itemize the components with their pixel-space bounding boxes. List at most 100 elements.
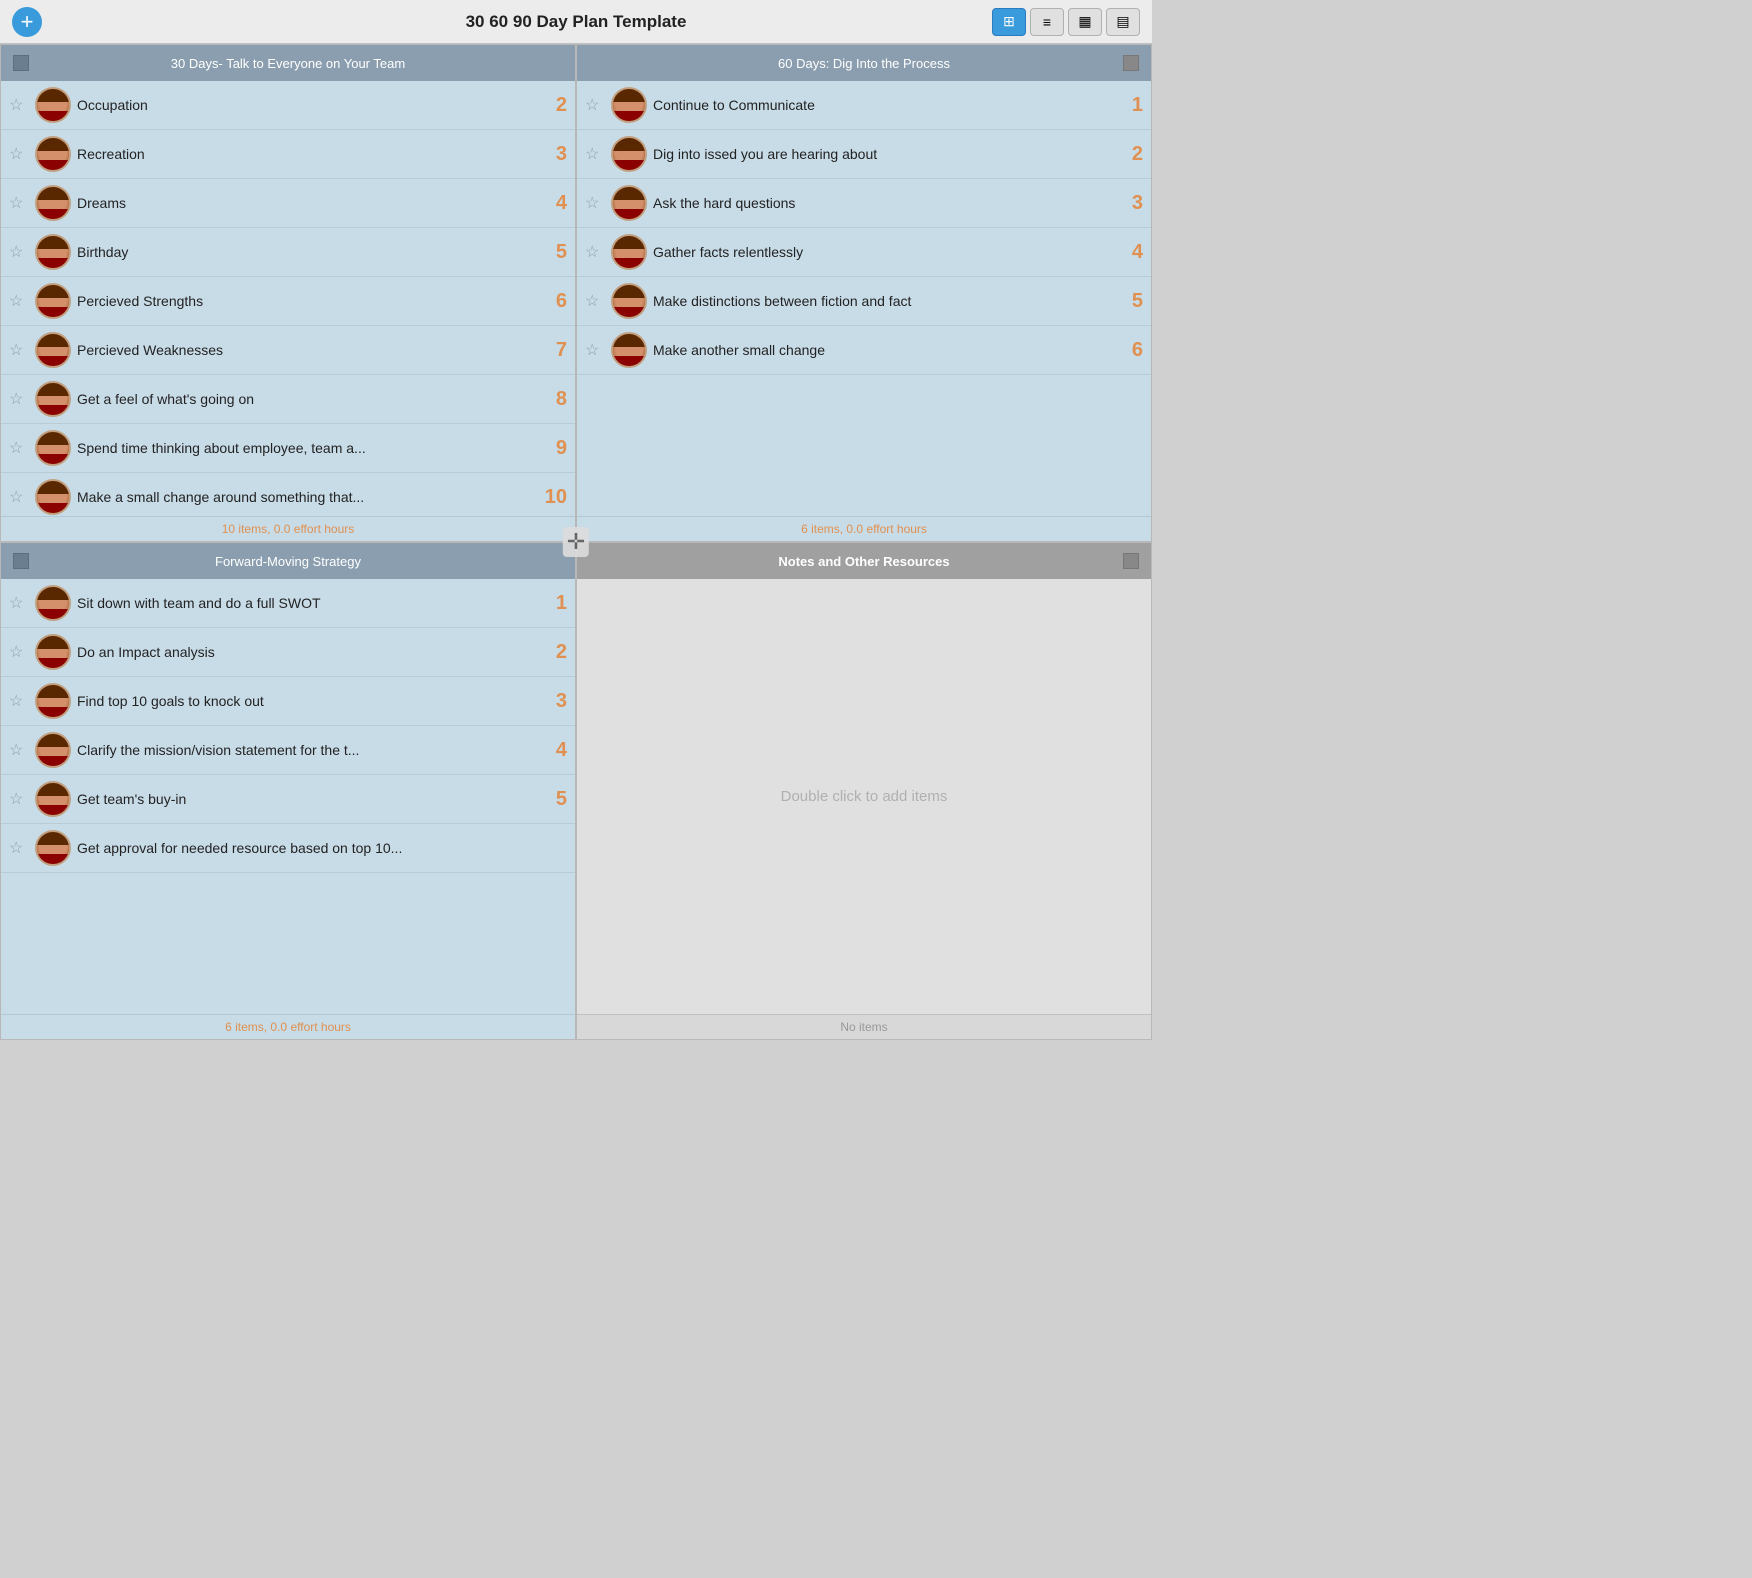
star-icon[interactable]: ☆ [9, 291, 29, 311]
avatar [611, 185, 647, 221]
list-item[interactable]: ☆ Percieved Weaknesses 7 [1, 326, 575, 375]
item-number: 8 [543, 388, 567, 411]
item-number: 2 [543, 94, 567, 117]
q1-footer: 10 items, 0.0 effort hours [1, 516, 575, 541]
list-item[interactable]: ☆ Spend time thinking about employee, te… [1, 424, 575, 473]
quadrant-strategy: Forward-Moving Strategy ☆ Sit down with … [0, 542, 576, 1040]
item-number: 2 [1119, 143, 1143, 166]
item-text: Occupation [77, 97, 537, 113]
q3-title: Forward-Moving Strategy [215, 554, 361, 569]
star-icon[interactable]: ☆ [585, 95, 605, 115]
list-item[interactable]: ☆ Gather facts relentlessly 4 [577, 228, 1151, 277]
item-number: 1 [1119, 94, 1143, 117]
grid-view-button[interactable]: ⊞ [992, 8, 1026, 36]
star-icon[interactable]: ☆ [9, 593, 29, 613]
add-button[interactable]: + [12, 7, 42, 37]
star-icon[interactable]: ☆ [9, 838, 29, 858]
star-icon[interactable]: ☆ [9, 193, 29, 213]
item-text: Percieved Strengths [77, 293, 537, 309]
item-number: 5 [543, 241, 567, 264]
item-number: 4 [543, 739, 567, 762]
chart-view-button[interactable]: ▤ [1106, 8, 1140, 36]
star-icon[interactable]: ☆ [9, 95, 29, 115]
list-item[interactable]: ☆ Continue to Communicate 1 [577, 81, 1151, 130]
plus-icon: + [21, 11, 34, 33]
q4-body[interactable]: Double click to add items [577, 579, 1151, 1014]
q2-header-square[interactable] [1123, 55, 1139, 71]
item-number: 9 [543, 437, 567, 460]
quadrant-notes: Notes and Other Resources Double click t… [576, 542, 1152, 1040]
list-item[interactable]: ☆ Make distinctions between fiction and … [577, 277, 1151, 326]
avatar [35, 479, 71, 515]
toolbar-right: ⊞ ≡ ▦ ▤ [992, 8, 1140, 36]
list-item[interactable]: ☆ Do an Impact analysis 2 [1, 628, 575, 677]
list-item[interactable]: ☆ Find top 10 goals to knock out 3 [1, 677, 575, 726]
item-number: 1 [543, 592, 567, 615]
list-item[interactable]: ☆ Birthday 5 [1, 228, 575, 277]
avatar [35, 732, 71, 768]
item-number: 6 [543, 290, 567, 313]
avatar [611, 332, 647, 368]
q4-header-square[interactable] [1123, 553, 1139, 569]
item-number: 3 [543, 143, 567, 166]
window-title: 30 60 90 Day Plan Template [466, 12, 687, 32]
list-item[interactable]: ☆ Dig into issed you are hearing about 2 [577, 130, 1151, 179]
q2-header: 60 Days: Dig Into the Process [577, 45, 1151, 81]
star-icon[interactable]: ☆ [585, 340, 605, 360]
list-item[interactable]: ☆ Clarify the mission/vision statement f… [1, 726, 575, 775]
star-icon[interactable]: ☆ [585, 291, 605, 311]
list-item[interactable]: ☆ Dreams 4 [1, 179, 575, 228]
star-icon[interactable]: ☆ [9, 144, 29, 164]
list-item[interactable]: ☆ Get team's buy-in 5 [1, 775, 575, 824]
avatar [35, 634, 71, 670]
list-item[interactable]: ☆ Occupation 2 [1, 81, 575, 130]
avatar [35, 781, 71, 817]
list-item[interactable]: ☆ Get approval for needed resource based… [1, 824, 575, 873]
q4-header: Notes and Other Resources [577, 543, 1151, 579]
item-text: Make a small change around something tha… [77, 489, 537, 505]
item-text: Get team's buy-in [77, 791, 537, 807]
star-icon[interactable]: ☆ [585, 193, 605, 213]
star-icon[interactable]: ☆ [585, 144, 605, 164]
list-item[interactable]: ☆ Make a small change around something t… [1, 473, 575, 516]
star-icon[interactable]: ☆ [9, 789, 29, 809]
avatar [35, 683, 71, 719]
item-text: Dreams [77, 195, 537, 211]
item-number: 5 [543, 788, 567, 811]
list-item[interactable]: ☆ Percieved Strengths 6 [1, 277, 575, 326]
star-icon[interactable]: ☆ [9, 242, 29, 262]
list-item[interactable]: ☆ Make another small change 6 [577, 326, 1151, 375]
q2-title: 60 Days: Dig Into the Process [778, 56, 950, 71]
item-number: 4 [1119, 241, 1143, 264]
list-item[interactable]: ☆ Recreation 3 [1, 130, 575, 179]
avatar [611, 234, 647, 270]
avatar [35, 136, 71, 172]
calendar-view-button[interactable]: ▦ [1068, 8, 1102, 36]
item-number: 5 [1119, 290, 1143, 313]
q3-header-square[interactable] [13, 553, 29, 569]
star-icon[interactable]: ☆ [9, 389, 29, 409]
item-text: Sit down with team and do a full SWOT [77, 595, 537, 611]
avatar [35, 332, 71, 368]
list-item[interactable]: ☆ Ask the hard questions 3 [577, 179, 1151, 228]
star-icon[interactable]: ☆ [585, 242, 605, 262]
item-text: Birthday [77, 244, 537, 260]
list-item[interactable]: ☆ Get a feel of what's going on 8 [1, 375, 575, 424]
list-view-button[interactable]: ≡ [1030, 8, 1064, 36]
star-icon[interactable]: ☆ [9, 438, 29, 458]
list-item[interactable]: ☆ Sit down with team and do a full SWOT … [1, 579, 575, 628]
q3-footer: 6 items, 0.0 effort hours [1, 1014, 575, 1039]
star-icon[interactable]: ☆ [9, 691, 29, 711]
divider-move-icon[interactable]: ✛ [563, 527, 589, 557]
item-number: 6 [1119, 339, 1143, 362]
star-icon[interactable]: ☆ [9, 487, 29, 507]
star-icon[interactable]: ☆ [9, 642, 29, 662]
avatar [35, 381, 71, 417]
q1-header-square[interactable] [13, 55, 29, 71]
star-icon[interactable]: ☆ [9, 740, 29, 760]
star-icon[interactable]: ☆ [9, 340, 29, 360]
q3-header: Forward-Moving Strategy [1, 543, 575, 579]
quadrant-60days: 60 Days: Dig Into the Process ☆ Continue… [576, 44, 1152, 542]
top-bar: + 30 60 90 Day Plan Template ⊞ ≡ ▦ ▤ [0, 0, 1152, 44]
avatar [611, 136, 647, 172]
